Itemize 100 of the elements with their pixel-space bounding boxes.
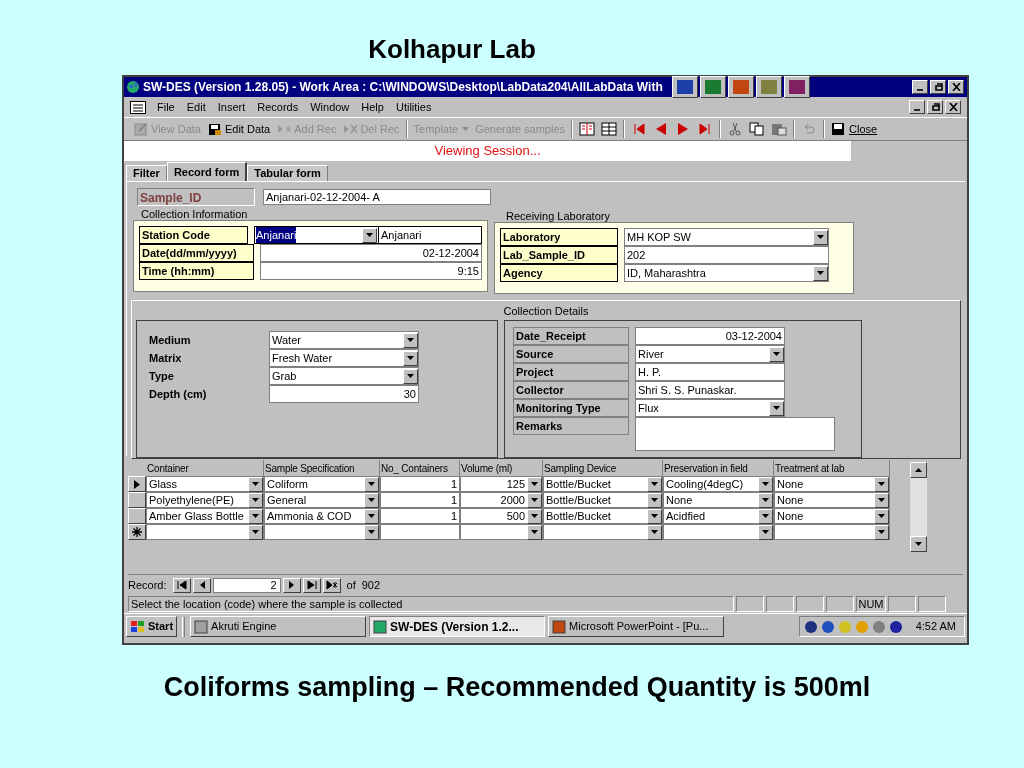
dropdown-button[interactable] [527, 508, 542, 524]
scroll-down-icon[interactable] [915, 542, 922, 546]
dropdown-button[interactable] [769, 346, 784, 362]
dropdown-button[interactable] [403, 350, 418, 366]
dropdown-button[interactable] [527, 476, 542, 492]
app-shortcut-icon[interactable] [671, 76, 698, 98]
minimize-button[interactable] [912, 80, 928, 94]
dropdown-button[interactable] [647, 508, 662, 524]
table-cell[interactable]: General [264, 492, 380, 508]
dropdown-field[interactable]: Flux [635, 399, 785, 417]
dropdown-button[interactable] [758, 492, 773, 508]
table-cell[interactable]: Cooling(4degC) [663, 476, 774, 492]
table-cell[interactable]: 500 [460, 508, 543, 524]
new-record-button[interactable] [322, 577, 341, 593]
dropdown-button[interactable] [364, 492, 379, 508]
dropdown-button[interactable] [362, 227, 377, 243]
tray-icon[interactable] [888, 619, 903, 634]
tab[interactable]: Record form [166, 162, 248, 181]
dropdown-button[interactable] [647, 492, 662, 508]
toolbar-button[interactable]: Edit Data [203, 119, 274, 139]
close-button[interactable]: Close [828, 119, 881, 139]
table-cell[interactable] [380, 524, 460, 540]
input-field[interactable]: Shri S. S. Punaskar. [635, 381, 785, 399]
input-field[interactable]: 30 [269, 385, 419, 403]
tray-icon[interactable] [820, 619, 835, 634]
dropdown-button[interactable] [527, 492, 542, 508]
table-cell[interactable]: Bottle/Bucket [543, 492, 663, 508]
start-button[interactable]: Start [126, 616, 178, 637]
table-cell[interactable]: Ammonia & COD [264, 508, 380, 524]
scroll-up-icon[interactable] [915, 468, 922, 472]
taskbar-button[interactable]: Microsoft PowerPoint - [Pu... [548, 616, 725, 637]
tab[interactable]: Tabular form [247, 165, 328, 181]
text-area[interactable] [635, 417, 835, 451]
close-button[interactable] [945, 100, 961, 114]
restore-button[interactable] [930, 80, 946, 94]
table-cell[interactable] [264, 524, 380, 540]
menu-item[interactable]: Records [252, 98, 304, 116]
taskbar-button[interactable]: SW-DES (Version 1.2... [369, 616, 546, 637]
dropdown-button[interactable] [874, 508, 889, 524]
dropdown-button[interactable] [248, 476, 263, 492]
menu-item[interactable]: Utilities [390, 98, 437, 116]
menu-item[interactable]: Edit [181, 98, 211, 116]
row-selector[interactable] [128, 508, 146, 524]
tray-icon[interactable] [803, 619, 818, 634]
input-field[interactable]: 9:15 [260, 262, 482, 280]
dropdown-button[interactable] [248, 492, 263, 508]
dropdown-button[interactable] [769, 400, 784, 416]
dropdown-button[interactable] [403, 332, 418, 348]
table-cell[interactable]: None [774, 476, 890, 492]
menu-item[interactable]: Window [305, 98, 355, 116]
menu-item[interactable]: File [152, 98, 180, 116]
restore-button[interactable] [927, 100, 943, 114]
table-cell[interactable]: Bottle/Bucket [543, 476, 663, 492]
table-cell[interactable]: 1 [380, 476, 460, 492]
input-field[interactable]: H. P. [635, 363, 785, 381]
dropdown-field[interactable]: River [635, 345, 785, 363]
dropdown-button[interactable] [758, 476, 773, 492]
table-cell[interactable]: Acidfied [663, 508, 774, 524]
input-field[interactable]: Anjanari-02-12-2004- A [263, 189, 491, 205]
dropdown-field[interactable]: ID, Maharashtra [624, 264, 829, 282]
dropdown-button[interactable] [527, 524, 542, 540]
dropdown-button[interactable] [813, 265, 828, 281]
close-button[interactable] [948, 80, 964, 94]
next-record-button[interactable] [282, 577, 301, 593]
dropdown-button[interactable] [647, 524, 662, 540]
input-field[interactable]: 02-12-2004 [260, 244, 482, 262]
dropdown-button[interactable] [364, 524, 379, 540]
table-cell[interactable]: None [774, 492, 890, 508]
table-cell[interactable] [663, 524, 774, 540]
dropdown-field[interactable]: Grab [269, 367, 419, 385]
dropdown-button[interactable] [248, 524, 263, 540]
menu-item[interactable]: Help [356, 98, 389, 116]
tab[interactable]: Filter [126, 165, 167, 181]
table-cell[interactable]: Amber Glass Bottle [146, 508, 264, 524]
table-cell[interactable]: None [774, 508, 890, 524]
row-selector[interactable] [128, 476, 146, 492]
first-record-button[interactable] [172, 577, 191, 593]
table-cell[interactable]: Coliform [264, 476, 380, 492]
table-cell[interactable]: Glass [146, 476, 264, 492]
table-cell[interactable]: 1 [380, 492, 460, 508]
dropdown-field[interactable]: Fresh Water [269, 349, 419, 367]
app-shortcut-icon[interactable] [755, 76, 782, 98]
minimize-button[interactable] [909, 100, 925, 114]
table-cell[interactable]: 2000 [460, 492, 543, 508]
dropdown-field[interactable]: Water [269, 331, 419, 349]
table-cell[interactable] [460, 524, 543, 540]
menu-item[interactable]: Insert [212, 98, 251, 116]
row-selector[interactable] [128, 524, 146, 540]
input-field[interactable]: 03-12-2004 [635, 327, 785, 345]
table-cell[interactable] [543, 524, 663, 540]
input-field[interactable]: Anjanari [254, 226, 379, 244]
record-number-field[interactable]: 2 [212, 577, 281, 593]
table-cell[interactable] [146, 524, 264, 540]
dropdown-field[interactable]: MH KOP SW [624, 228, 829, 246]
app-shortcut-icon[interactable] [727, 76, 754, 98]
dropdown-button[interactable] [758, 524, 773, 540]
table-cell[interactable]: 1 [380, 508, 460, 524]
dropdown-button[interactable] [874, 492, 889, 508]
dropdown-button[interactable] [248, 508, 263, 524]
table-cell[interactable]: None [663, 492, 774, 508]
